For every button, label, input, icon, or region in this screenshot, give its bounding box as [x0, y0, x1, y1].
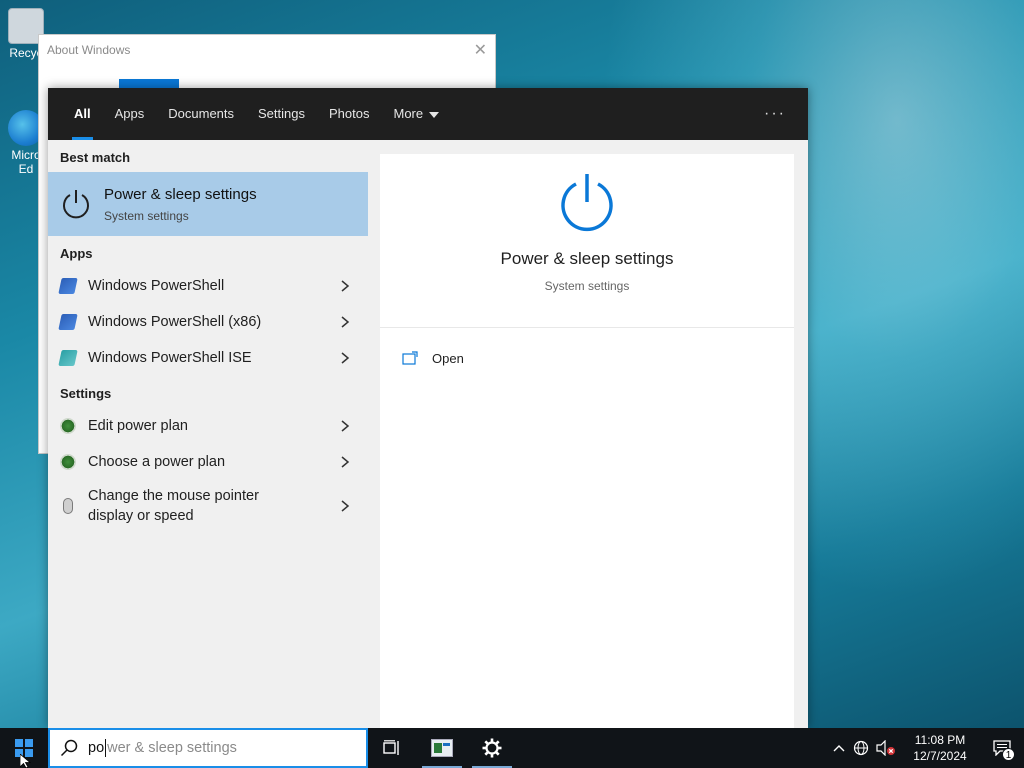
search-suggestion: wer & sleep settings [107, 740, 237, 756]
result-mouse-pointer[interactable]: Change the mouse pointer display or spee… [48, 480, 368, 532]
open-action-label: Open [432, 350, 464, 366]
taskbar-app-settings[interactable] [468, 728, 516, 768]
power-plan-icon [60, 418, 76, 434]
result-label: Edit power plan [88, 418, 188, 434]
tray-overflow-button[interactable] [828, 728, 850, 768]
result-label: Change the mouse pointer display or spee… [88, 488, 259, 524]
search-typed-text: po [88, 740, 105, 756]
caret-down-icon [429, 111, 440, 118]
network-tray-button[interactable] [850, 728, 872, 768]
chevron-right-icon[interactable] [340, 500, 350, 512]
settings-header: Settings [60, 386, 112, 401]
result-label: Windows PowerShell ISE [88, 350, 252, 366]
result-edit-power-plan[interactable]: Edit power plan [48, 408, 368, 444]
tab-photos[interactable]: Photos [317, 88, 381, 140]
task-view-button[interactable] [368, 728, 416, 768]
open-action[interactable]: Open [380, 346, 794, 370]
text-cursor [105, 739, 107, 757]
task-view-icon [383, 740, 399, 755]
powershell-ise-icon [58, 350, 78, 366]
chevron-right-icon[interactable] [340, 456, 350, 468]
chevron-right-icon[interactable] [340, 280, 350, 292]
best-match-item[interactable]: Power & sleep settings System settings [48, 172, 368, 236]
gear-icon [482, 738, 502, 758]
powershell-icon [58, 314, 78, 330]
tab-apps[interactable]: Apps [103, 88, 157, 140]
notification-count-badge: 1 [1002, 748, 1015, 761]
result-label: Windows PowerShell (x86) [88, 314, 262, 330]
tab-all[interactable]: All [62, 88, 103, 140]
result-windows-powershell[interactable]: Windows PowerShell [48, 268, 368, 304]
volume-muted-icon [876, 740, 895, 756]
about-titlebar: About Windows ✕ [39, 35, 495, 65]
network-globe-icon [853, 740, 869, 756]
mouse-cursor-icon [20, 754, 32, 768]
search-panel: All Apps Documents Settings Photos More … [48, 88, 808, 728]
powershell-icon [58, 278, 78, 294]
action-center-button[interactable]: 1 [980, 728, 1024, 768]
power-icon [561, 174, 613, 232]
system-tray: 11:08 PM 12/7/2024 1 [828, 728, 1024, 768]
more-options-icon[interactable]: ··· [764, 88, 786, 140]
power-icon [63, 190, 89, 219]
result-label: Choose a power plan [88, 454, 226, 470]
search-icon [60, 739, 78, 757]
close-icon[interactable]: ✕ [474, 40, 487, 60]
result-choose-power-plan[interactable]: Choose a power plan [48, 444, 368, 480]
taskbar: po wer & sleep settings 11:08 PM 12/7/20… [0, 728, 1024, 768]
best-match-header: Best match [60, 150, 131, 165]
tab-settings[interactable]: Settings [246, 88, 317, 140]
tab-more[interactable]: More [381, 88, 451, 140]
window-app-icon [431, 739, 453, 757]
volume-tray-button[interactable] [872, 728, 900, 768]
clock-time: 11:08 PM [914, 733, 966, 747]
chevron-up-icon [833, 745, 845, 752]
taskbar-search-box[interactable]: po wer & sleep settings [48, 728, 368, 768]
preview-subtitle: System settings [544, 279, 630, 293]
chevron-right-icon[interactable] [340, 420, 350, 432]
chevron-right-icon[interactable] [340, 316, 350, 328]
result-windows-powershell-x86[interactable]: Windows PowerShell (x86) [48, 304, 368, 340]
result-label: Windows PowerShell [88, 278, 225, 294]
search-tabs-bar: All Apps Documents Settings Photos More … [48, 88, 808, 140]
taskbar-clock[interactable]: 11:08 PM 12/7/2024 [900, 732, 980, 764]
tab-documents[interactable]: Documents [156, 88, 246, 140]
power-plan-icon [60, 454, 76, 470]
mouse-icon [63, 498, 73, 514]
apps-header: Apps [60, 246, 93, 261]
result-windows-powershell-ise[interactable]: Windows PowerShell ISE [48, 340, 368, 376]
best-match-subtitle: System settings [104, 208, 189, 223]
tab-more-label: More [393, 106, 424, 121]
about-title: About Windows [47, 43, 131, 57]
results-list: Best match Power & sleep settings System… [48, 140, 368, 728]
chevron-right-icon[interactable] [340, 352, 350, 364]
clock-date: 12/7/2024 [913, 749, 967, 763]
preview-pane: Power & sleep settings System settings O… [380, 154, 794, 728]
taskbar-app-about-windows[interactable] [418, 728, 466, 768]
open-icon [402, 351, 418, 365]
preview-title: Power & sleep settings [500, 249, 674, 268]
best-match-title: Power & sleep settings [104, 185, 257, 203]
